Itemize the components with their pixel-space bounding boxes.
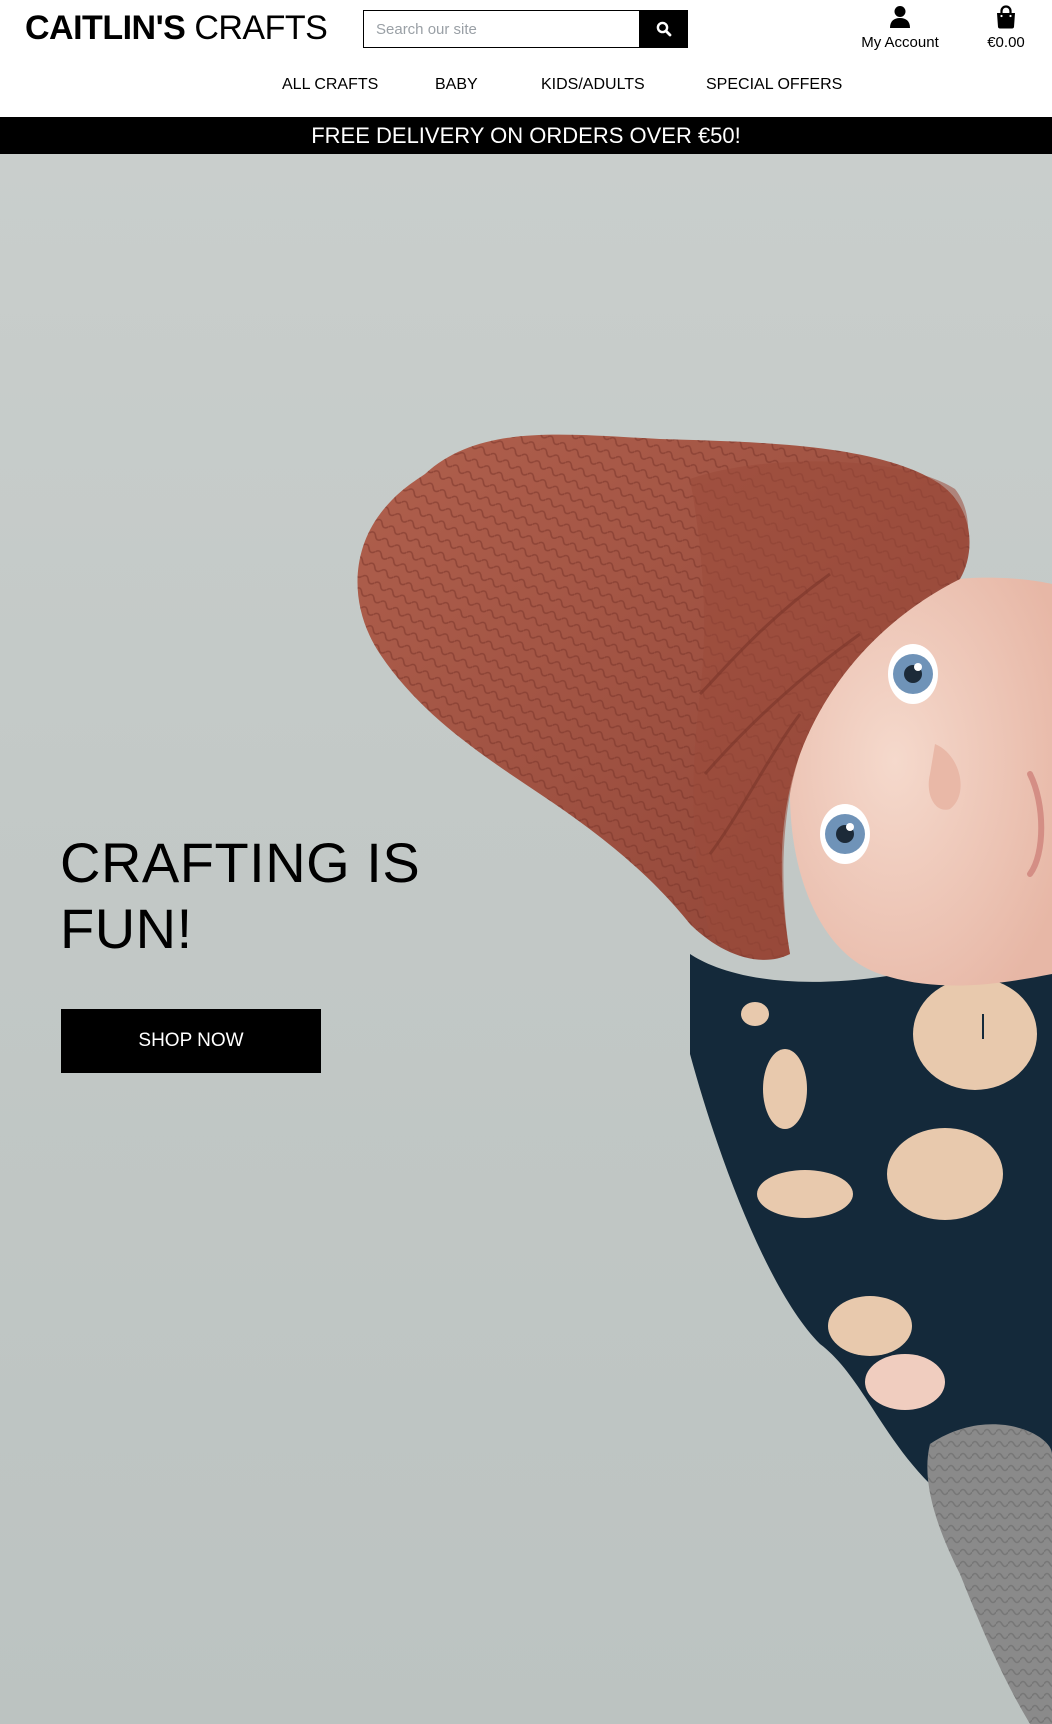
search-input[interactable]: [363, 10, 639, 48]
search-icon: [656, 21, 671, 37]
bag-total: €0.00: [987, 34, 1025, 51]
shop-now-button[interactable]: SHOP NOW: [61, 1009, 321, 1073]
nav-item-all-crafts[interactable]: ALL CRAFTS: [282, 76, 378, 94]
logo-light-text: CRAFTS: [194, 9, 328, 47]
hero-title: CRAFTING IS FUN!: [60, 831, 421, 960]
shopping-bag-icon: [997, 5, 1015, 29]
my-account-label: My Account: [861, 34, 939, 51]
hero-section: CRAFTING IS FUN! SHOP NOW: [0, 154, 1052, 1724]
nav-item-baby[interactable]: BABY: [435, 76, 478, 94]
delivery-banner-text: FREE DELIVERY ON ORDERS OVER €50!: [311, 122, 741, 148]
site-logo[interactable]: CAITLIN'S CRAFTS: [25, 9, 328, 48]
my-account-link[interactable]: My Account: [855, 4, 945, 51]
site-header: CAITLIN'S CRAFTS My Account €0.00 ALL CR…: [0, 0, 1052, 117]
search-button[interactable]: [639, 10, 688, 48]
user-icon: [890, 6, 910, 28]
delivery-banner: FREE DELIVERY ON ORDERS OVER €50!: [0, 117, 1052, 154]
nav-item-kids-adults[interactable]: KIDS/ADULTS: [541, 76, 645, 94]
search-form: [363, 10, 688, 48]
nav-item-special-offers[interactable]: SPECIAL OFFERS: [706, 76, 842, 94]
shopping-bag-link[interactable]: €0.00: [975, 4, 1037, 51]
main-nav: ALL CRAFTS BABY KIDS/ADULTS SPECIAL OFFE…: [0, 76, 1052, 102]
logo-bold-text: CAITLIN'S: [25, 9, 186, 47]
